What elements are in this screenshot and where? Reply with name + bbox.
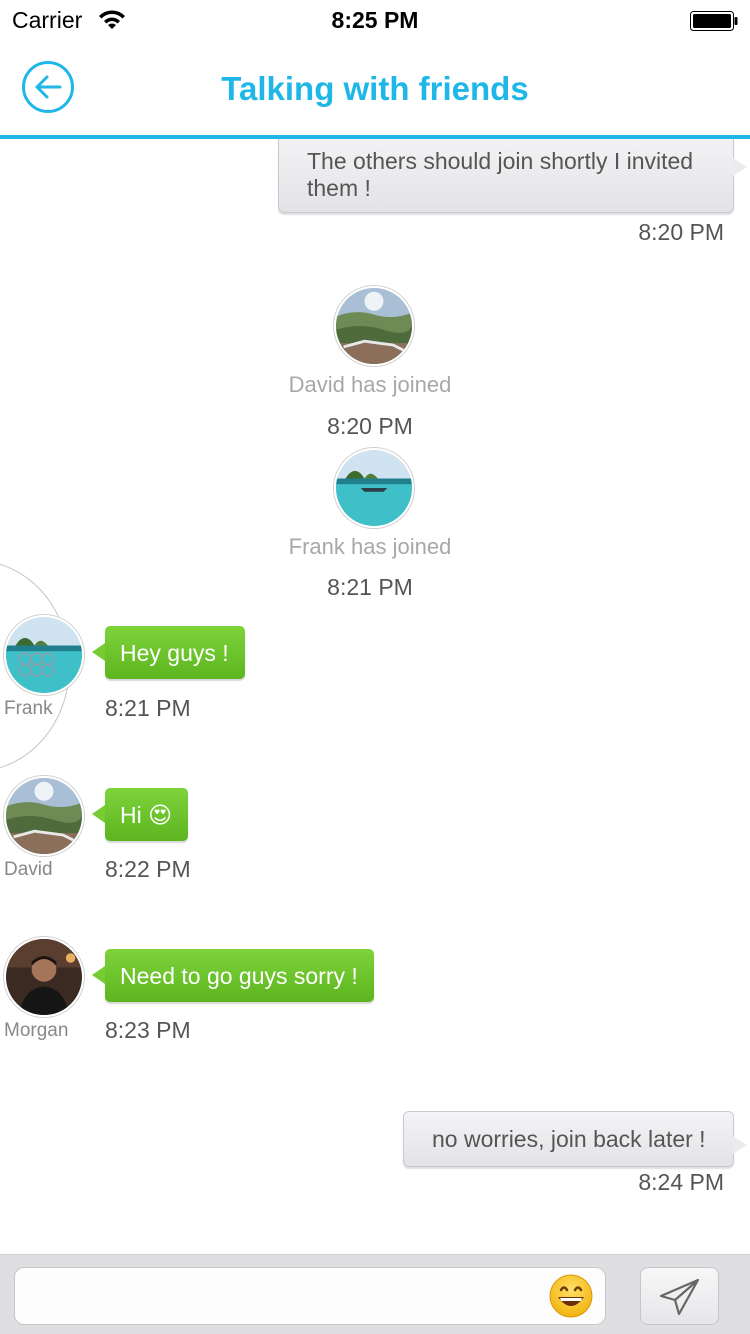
- avatar-frank[interactable]: [4, 615, 84, 695]
- message-input[interactable]: [14, 1267, 606, 1325]
- page-title: Talking with friends: [221, 70, 529, 107]
- message-time: 8:22 PM: [105, 856, 191, 882]
- avatar-david[interactable]: [4, 776, 84, 856]
- message-time: 8:21 PM: [105, 695, 191, 721]
- battery-icon: [690, 11, 738, 31]
- message-time: 8:21 PM: [327, 574, 413, 600]
- emoji-button[interactable]: [548, 1273, 594, 1319]
- message-bubble-incoming[interactable]: Hey guys !: [92, 626, 245, 679]
- message-bubble-incoming[interactable]: Hi 😍: [91, 788, 189, 841]
- status-bar: Carrier 8:25 PM: [0, 0, 750, 40]
- chat-list[interactable]: The others should join shortly I invited…: [0, 139, 750, 1254]
- message-time: 8:24 PM: [638, 1169, 724, 1195]
- smiley-emoji-icon: [549, 1274, 593, 1318]
- message-bubble-outgoing[interactable]: The others should join shortly I invited…: [278, 139, 747, 213]
- message-time: 8:20 PM: [638, 219, 724, 245]
- nav-bar: Talking with friends: [0, 40, 750, 139]
- message-time: 8:23 PM: [105, 1017, 191, 1043]
- send-button[interactable]: [640, 1267, 719, 1325]
- sender-name: Morgan: [4, 1020, 69, 1041]
- sender-name: Frank: [4, 698, 53, 719]
- sender-name: David: [4, 859, 53, 880]
- paper-plane-icon: [659, 1278, 700, 1316]
- message-input-bar: [0, 1254, 750, 1334]
- avatar-frank[interactable]: [334, 448, 414, 528]
- avatar-david[interactable]: [334, 286, 414, 366]
- message-bubble-incoming[interactable]: Need to go guys sorry !: [92, 949, 374, 1002]
- join-notice: David has joined: [288, 372, 452, 397]
- message-time: 8:20 PM: [327, 413, 413, 439]
- avatar-morgan[interactable]: [4, 937, 84, 1017]
- message-bubble-outgoing[interactable]: no worries, join back later !: [403, 1111, 747, 1167]
- status-time: 8:25 PM: [331, 7, 419, 33]
- join-notice: Frank has joined: [288, 534, 452, 559]
